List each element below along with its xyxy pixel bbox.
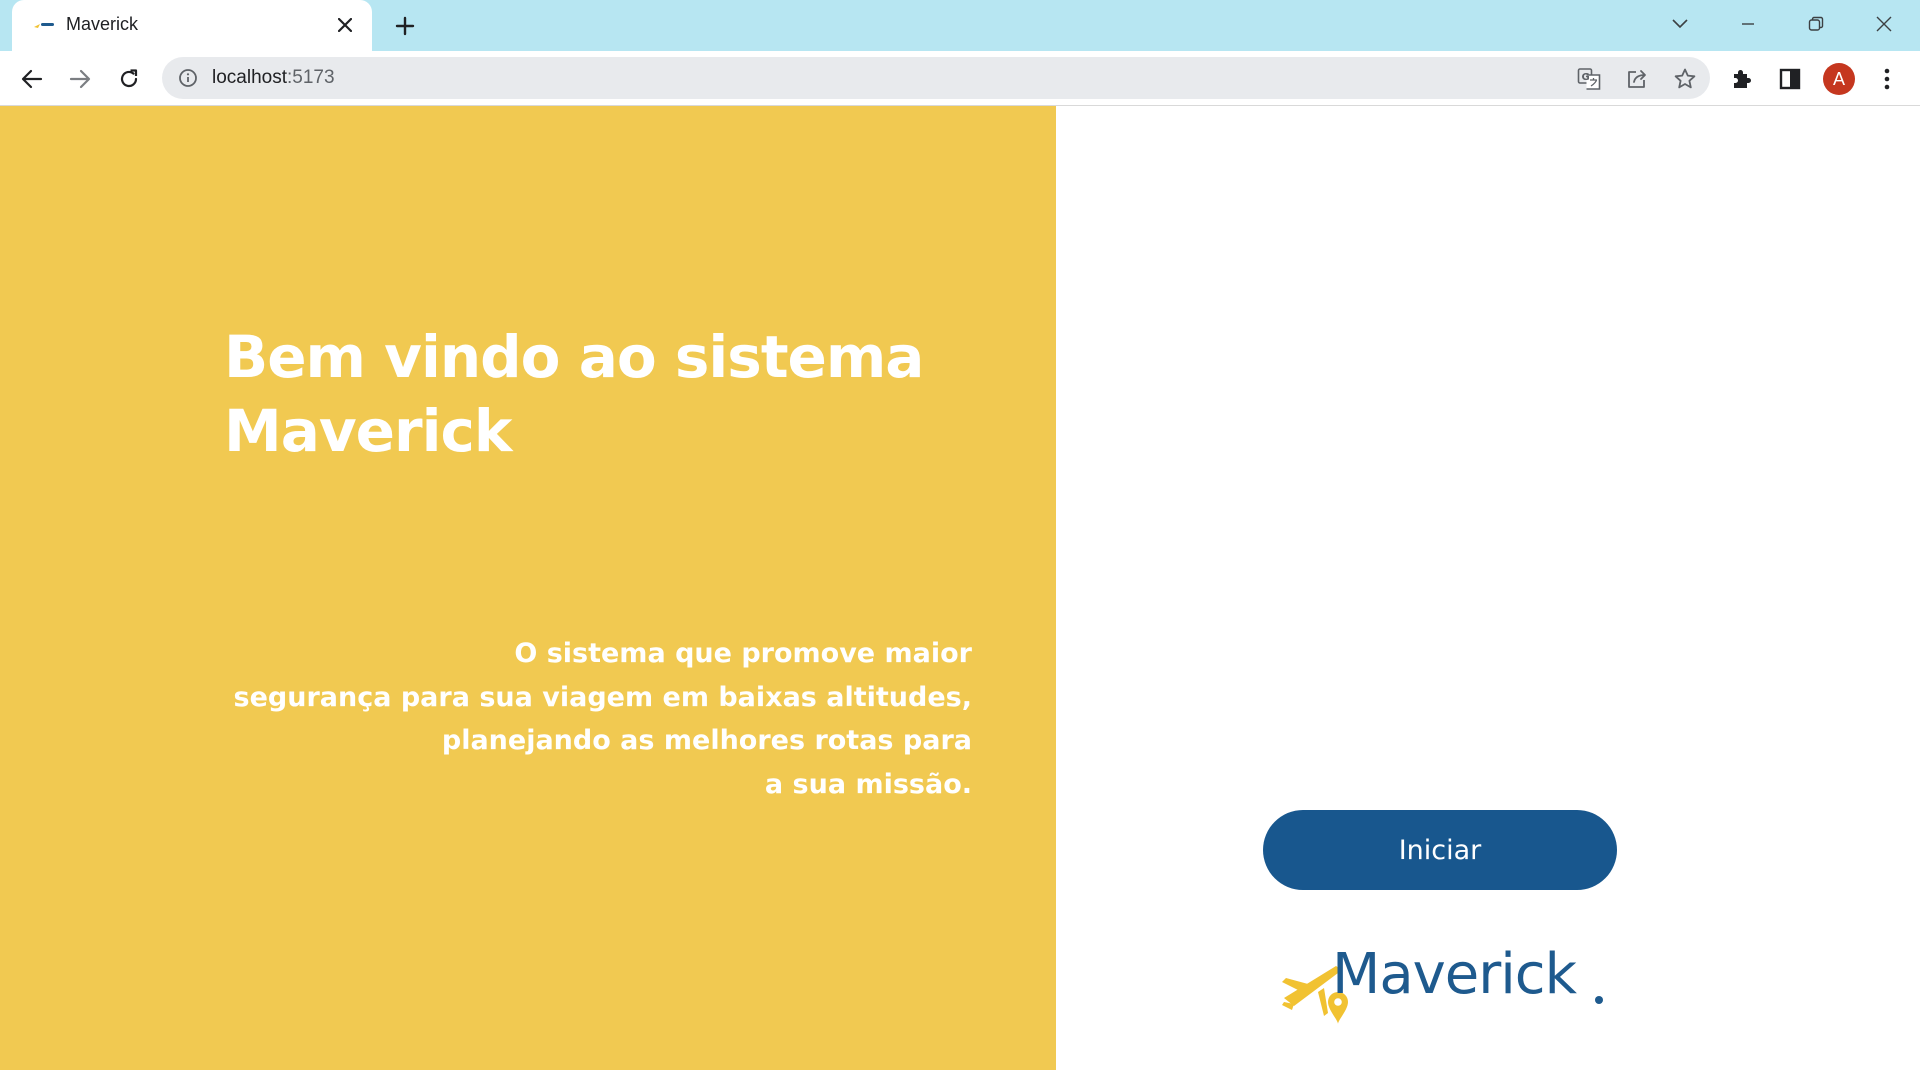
url-host: localhost: [212, 67, 287, 88]
side-panel-icon[interactable]: [1775, 64, 1805, 94]
translate-icon[interactable]: G: [1576, 66, 1602, 92]
restore-button[interactable]: [1798, 8, 1834, 40]
address-bar[interactable]: localhost:5173 G: [162, 57, 1710, 99]
description-line: segurança para sua viagem em baixas alti…: [233, 681, 972, 713]
maverick-logo: Maverick: [1278, 938, 1618, 1038]
logo-dot: [1595, 996, 1603, 1004]
reload-button[interactable]: [112, 62, 146, 96]
restore-icon: [1808, 16, 1824, 31]
description-line: planejando as melhores rotas para: [441, 725, 972, 756]
new-tab-button[interactable]: [390, 11, 420, 41]
browser-toolbar: localhost:5173 G A: [0, 51, 1920, 106]
minimize-icon: [1742, 23, 1754, 25]
url-port: :5173: [287, 67, 335, 88]
star-icon[interactable]: [1672, 66, 1698, 92]
arrow-left-icon: [21, 69, 43, 89]
share-icon[interactable]: [1624, 66, 1650, 92]
welcome-description: O sistema que promove maior segurança pa…: [200, 632, 972, 806]
welcome-title: Bem vindo ao sistema Maverick: [224, 323, 924, 465]
chevron-down-icon: [1672, 19, 1688, 29]
browser-tab[interactable]: Maverick: [12, 0, 372, 51]
back-button[interactable]: [15, 62, 49, 96]
browser-tab-strip: Maverick: [0, 0, 1920, 51]
arrow-right-icon: [69, 69, 91, 89]
info-icon[interactable]: [176, 66, 200, 90]
welcome-panel: Bem vindo ao sistema Maverick O sistema …: [0, 106, 1056, 1070]
close-icon: [1876, 16, 1892, 32]
close-icon[interactable]: [332, 12, 358, 38]
logo-text: Maverick: [1332, 942, 1577, 1007]
start-button[interactable]: Iniciar: [1263, 810, 1617, 890]
url-text: localhost:5173: [212, 67, 335, 89]
kebab-menu-icon[interactable]: [1872, 64, 1902, 94]
maverick-favicon-icon: [34, 23, 54, 28]
puzzle-icon[interactable]: [1727, 64, 1757, 94]
description-line: O sistema que promove maior: [514, 638, 972, 669]
page-content: Bem vindo ao sistema Maverick O sistema …: [0, 106, 1920, 1070]
tab-search-button[interactable]: [1662, 8, 1698, 40]
description-line: a sua missão.: [764, 768, 972, 800]
close-window-button[interactable]: [1866, 8, 1902, 40]
svg-text:G: G: [1582, 72, 1590, 83]
reload-icon: [120, 69, 138, 88]
tab-title: Maverick: [66, 14, 139, 34]
profile-avatar[interactable]: A: [1823, 63, 1855, 95]
plus-icon: [395, 16, 415, 36]
minimize-button[interactable]: [1730, 8, 1766, 40]
forward-button[interactable]: [63, 62, 97, 96]
